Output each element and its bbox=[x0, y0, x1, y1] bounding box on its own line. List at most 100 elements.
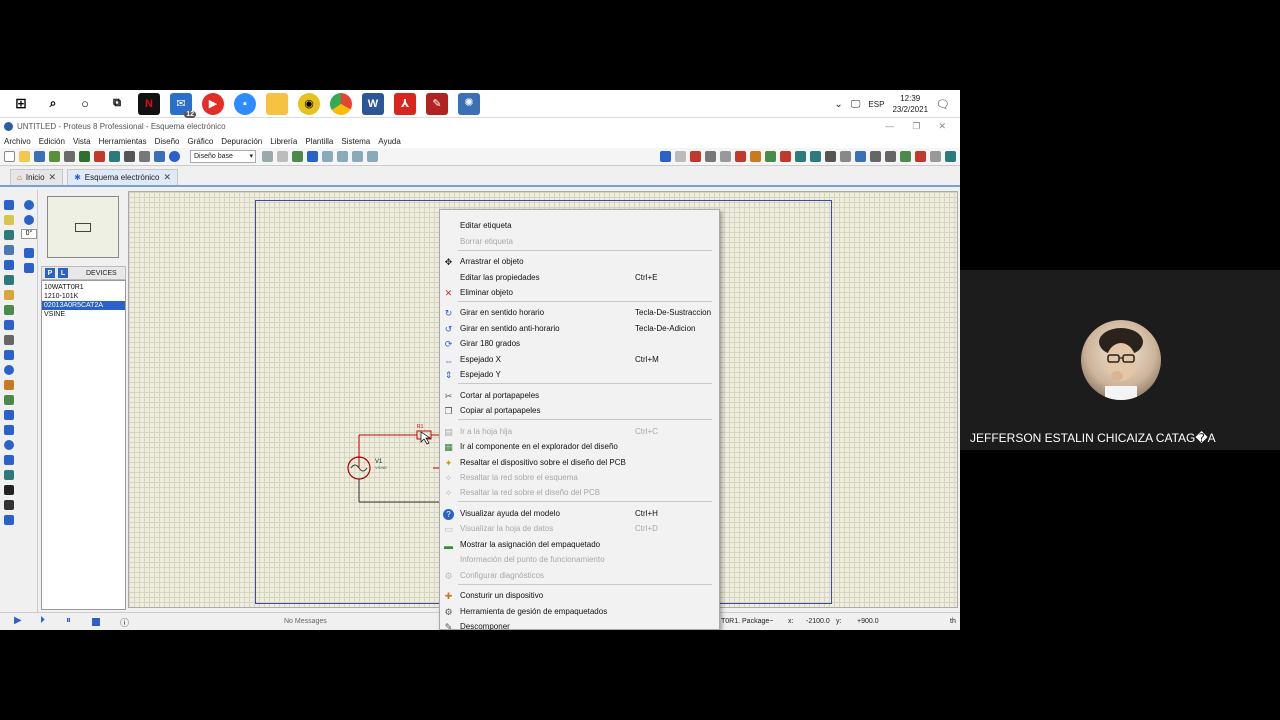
menu-item[interactable]: ⟳ Girar 180 grados bbox=[440, 337, 720, 351]
selection-mode-icon[interactable] bbox=[4, 200, 14, 210]
menu-item[interactable]: ? Visualizar ayuda del modelo Ctrl+H bbox=[440, 507, 720, 521]
mail-icon[interactable]: ✉ 12 bbox=[170, 92, 196, 118]
generator-mode-icon[interactable] bbox=[4, 365, 14, 375]
help-toolbar-icon[interactable] bbox=[169, 151, 180, 162]
search-tag-icon[interactable] bbox=[870, 151, 881, 162]
minimize-icon[interactable]: — bbox=[885, 121, 894, 131]
maximize-icon[interactable]: ❐ bbox=[912, 121, 920, 132]
block-delete-icon[interactable] bbox=[780, 151, 791, 162]
menu-item[interactable]: ✂ Cortar al portapapeles bbox=[440, 389, 720, 403]
text-script-mode-icon[interactable] bbox=[4, 260, 14, 270]
menu-sistema[interactable]: Sistema bbox=[341, 137, 370, 146]
proteus-icon[interactable]: ✺ bbox=[458, 92, 480, 115]
cut-toolbar-icon[interactable] bbox=[690, 151, 701, 162]
list-item[interactable]: 1210-101K bbox=[42, 292, 125, 301]
menu-item[interactable]: ✚ Consturir un dispositivo bbox=[440, 589, 720, 603]
menu-item[interactable]: ✥ Arrastrar el objeto bbox=[440, 255, 720, 269]
menu-item[interactable]: ⇕ Espejado Y bbox=[440, 368, 720, 382]
language-indicator[interactable]: ESP bbox=[868, 100, 884, 109]
remove-sheet-icon[interactable] bbox=[915, 151, 926, 162]
component-mode-icon[interactable] bbox=[4, 215, 14, 225]
menu-item[interactable]: ▬ Mostrar la asignación del empaquetado bbox=[440, 538, 720, 552]
menu-libreria[interactable]: Librería bbox=[270, 137, 297, 146]
pause-icon[interactable]: ⏸ bbox=[66, 615, 76, 626]
list-item[interactable]: VSINE bbox=[42, 310, 125, 319]
stop-icon[interactable] bbox=[92, 618, 100, 626]
menu-item[interactable]: ❐ Copiar al portapapeles bbox=[440, 404, 720, 418]
symbol-mode-icon[interactable] bbox=[4, 500, 14, 510]
instrument-mode-icon[interactable] bbox=[4, 395, 14, 405]
folder-icon[interactable] bbox=[266, 92, 288, 115]
menu-item[interactable]: Editar etiqueta bbox=[440, 219, 720, 233]
task-view-icon[interactable]: ⧉ bbox=[106, 93, 128, 115]
marker-mode-icon[interactable] bbox=[4, 515, 14, 525]
save-icon[interactable] bbox=[34, 151, 45, 162]
path-mode-icon[interactable] bbox=[4, 470, 14, 480]
junction-mode-icon[interactable] bbox=[4, 230, 14, 240]
pan-icon[interactable] bbox=[307, 151, 318, 162]
block-rotate-icon[interactable] bbox=[765, 151, 776, 162]
close-icon[interactable]: ✕ bbox=[938, 121, 946, 132]
menu-vista[interactable]: Vista bbox=[73, 137, 91, 146]
box-mode-icon[interactable] bbox=[4, 425, 14, 435]
block-move-icon[interactable] bbox=[750, 151, 761, 162]
source-icon[interactable] bbox=[154, 151, 165, 162]
undo-icon[interactable] bbox=[660, 151, 671, 162]
3d-icon[interactable] bbox=[109, 151, 120, 162]
pdf-icon[interactable]: ⅄ bbox=[394, 92, 416, 115]
rotation-field[interactable]: 0° bbox=[21, 229, 37, 239]
menu-herramientas[interactable]: Herramientas bbox=[99, 137, 147, 146]
zoom-icon[interactable]: ▪ bbox=[234, 92, 256, 115]
pcb-icon[interactable] bbox=[94, 151, 105, 162]
wire-label-mode-icon[interactable] bbox=[4, 245, 14, 255]
subcircuit-mode-icon[interactable] bbox=[4, 290, 14, 300]
rotate-cw-tool-icon[interactable] bbox=[24, 200, 34, 210]
exit-sheet-icon[interactable] bbox=[930, 151, 941, 162]
redo-icon[interactable] bbox=[675, 151, 686, 162]
list-item-selected[interactable]: 02013A0R5CAT2A bbox=[42, 301, 125, 310]
rotate-ccw-tool-icon[interactable] bbox=[24, 215, 34, 225]
make-device-toolbar-icon[interactable] bbox=[810, 151, 821, 162]
chevron-up-icon[interactable]: ⌄ bbox=[834, 99, 842, 110]
tab-esquema-electronico[interactable]: ✱ Esquema electrónico ✕ bbox=[67, 169, 179, 185]
youtube-icon[interactable]: ▶ bbox=[202, 92, 224, 115]
close-tab-icon[interactable]: ✕ bbox=[49, 172, 57, 183]
app-yellow-icon[interactable]: ◉ bbox=[298, 92, 320, 115]
line-mode-icon[interactable] bbox=[4, 410, 14, 420]
search-icon[interactable]: ⌕ bbox=[42, 93, 64, 115]
refresh-icon[interactable] bbox=[262, 151, 273, 162]
menu-item[interactable]: ⇔ Espejado X Ctrl+M bbox=[440, 353, 720, 367]
origin-icon[interactable] bbox=[292, 151, 303, 162]
property-tool-icon[interactable] bbox=[885, 151, 896, 162]
new-file-icon[interactable] bbox=[4, 151, 15, 162]
menu-item[interactable]: ↺ Girar en sentido anti-horario Tecla-De-A… bbox=[440, 322, 720, 336]
zoom-in-icon[interactable] bbox=[322, 151, 333, 162]
menu-item[interactable]: ✎ Descomponer bbox=[440, 620, 720, 634]
arc-mode-icon[interactable] bbox=[4, 455, 14, 465]
menu-edicion[interactable]: Edición bbox=[39, 137, 65, 146]
bom-icon[interactable] bbox=[139, 151, 150, 162]
library-manager-button[interactable]: L bbox=[58, 268, 68, 278]
network-icon[interactable]: 🖵 bbox=[851, 99, 861, 110]
pin-mode-icon[interactable] bbox=[4, 320, 14, 330]
cortana-icon[interactable]: ○ bbox=[74, 93, 96, 115]
close-tab-icon[interactable]: ✕ bbox=[164, 172, 172, 183]
menu-archivo[interactable]: Archivo bbox=[4, 137, 31, 146]
menu-item[interactable]: ▦ Ir al componente en el explorador del d… bbox=[440, 440, 720, 454]
word-icon[interactable]: W bbox=[362, 92, 384, 115]
block-copy-icon[interactable] bbox=[735, 151, 746, 162]
tape-recorder-icon[interactable] bbox=[4, 350, 14, 360]
copy-toolbar-icon[interactable] bbox=[705, 151, 716, 162]
chrome-icon[interactable] bbox=[330, 92, 352, 115]
step-icon[interactable]: ⏵ bbox=[40, 615, 50, 626]
menu-diseno[interactable]: Diseño bbox=[155, 137, 180, 146]
play-icon[interactable]: ▶ bbox=[14, 615, 24, 626]
app-pen-icon[interactable]: ✎ bbox=[426, 92, 448, 115]
menu-plantilla[interactable]: Plantilla bbox=[305, 137, 333, 146]
terminal-mode-icon[interactable] bbox=[4, 305, 14, 315]
mirror-y-tool-icon[interactable] bbox=[24, 263, 34, 273]
gerber-icon[interactable] bbox=[124, 151, 135, 162]
pick-device-button[interactable]: P bbox=[45, 268, 55, 278]
clock[interactable]: 12:39 23/2/2021 bbox=[892, 93, 928, 115]
info-icon[interactable]: ⓘ bbox=[120, 616, 130, 628]
